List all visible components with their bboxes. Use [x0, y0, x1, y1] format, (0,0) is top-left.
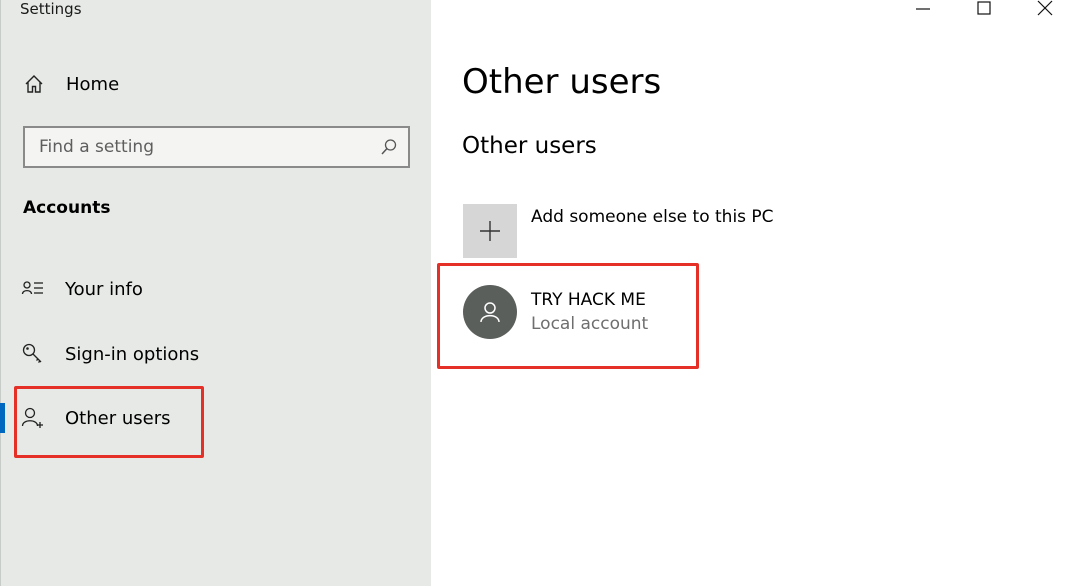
highlight-annotation — [14, 386, 204, 458]
selection-indicator — [0, 403, 5, 433]
sidebar-item-label: Your info — [65, 278, 143, 300]
sidebar: Settings Home Accounts Your info — [0, 0, 431, 586]
section-heading-accounts: Accounts — [23, 198, 111, 218]
settings-window: Settings Home Accounts Your info — [0, 0, 1068, 586]
home-label: Home — [66, 73, 120, 95]
sidebar-item-your-info[interactable]: Your info — [21, 274, 143, 304]
key-icon — [22, 343, 42, 363]
add-user-label: Add someone else to this PC — [531, 207, 774, 227]
search-box[interactable] — [23, 126, 410, 168]
add-tile[interactable] — [463, 204, 517, 258]
search-input[interactable] — [25, 136, 381, 158]
search-icon[interactable] — [380, 138, 398, 156]
app-title: Settings — [20, 0, 82, 18]
close-icon[interactable] — [1033, 0, 1057, 18]
sidebar-item-label: Sign-in options — [65, 343, 200, 365]
page-title: Other users — [462, 62, 662, 102]
home-icon — [25, 75, 43, 93]
person-list-icon — [21, 281, 43, 295]
highlight-annotation — [437, 263, 699, 369]
home-nav-item[interactable]: Home — [23, 70, 119, 98]
sidebar-item-sign-in-options[interactable]: Sign-in options — [21, 339, 199, 369]
minimize-icon[interactable] — [911, 0, 935, 18]
add-user-button[interactable]: Add someone else to this PC — [463, 204, 774, 258]
plus-icon — [480, 221, 500, 241]
section-title: Other users — [462, 133, 597, 159]
maximize-icon[interactable] — [972, 0, 996, 18]
